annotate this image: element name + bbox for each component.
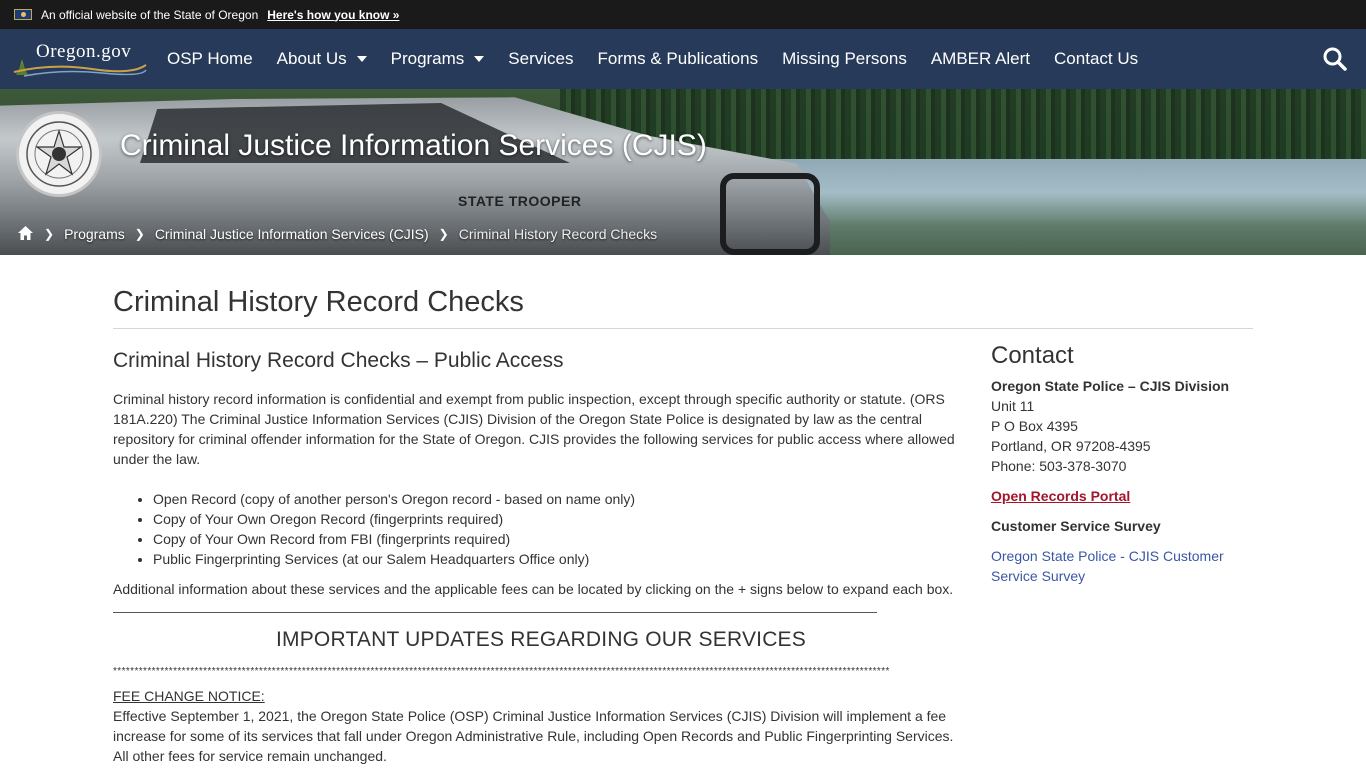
stars-divider: ****************************************… bbox=[113, 666, 890, 677]
official-banner: An official website of the State of Oreg… bbox=[0, 0, 1366, 29]
services-list: Open Record (copy of another person's Or… bbox=[153, 489, 969, 569]
chevron-right-icon: ❯ bbox=[134, 227, 145, 241]
breadcrumb-cjis[interactable]: Criminal Justice Information Services (C… bbox=[155, 226, 429, 242]
main-content: Criminal History Record Checks – Public … bbox=[113, 348, 969, 766]
breadcrumb-current: Criminal History Record Checks bbox=[458, 226, 658, 242]
nav-item-label: OSP Home bbox=[167, 49, 253, 68]
nav-item-amber-alert[interactable]: AMBER Alert bbox=[919, 29, 1042, 89]
hero-banner: STATE TROOPER Criminal Justice Informati… bbox=[0, 89, 1366, 255]
breadcrumb: ❯ Programs ❯ Criminal Justice Informatio… bbox=[0, 213, 1366, 255]
breadcrumb-home[interactable] bbox=[17, 225, 34, 244]
osp-seal-icon bbox=[16, 111, 102, 197]
nav-item-osp-home[interactable]: OSP Home bbox=[155, 29, 265, 89]
nav-item-label: Contact Us bbox=[1054, 49, 1139, 68]
survey-link[interactable]: Oregon State Police - CJIS Customer Serv… bbox=[991, 546, 1251, 586]
nav-item-label: Forms & Publications bbox=[597, 49, 759, 68]
chevron-right-icon: ❯ bbox=[438, 227, 449, 241]
open-records-portal-link[interactable]: Open Records Portal bbox=[991, 486, 1251, 506]
nav-item-forms-publications[interactable]: Forms & Publications bbox=[585, 29, 770, 89]
nav-item-programs[interactable]: Programs bbox=[379, 29, 497, 89]
nav-item-label: Missing Persons bbox=[782, 49, 907, 68]
nav-item-missing-persons[interactable]: Missing Persons bbox=[770, 29, 919, 89]
search-icon bbox=[1323, 47, 1347, 71]
nav-item-about-us[interactable]: About Us bbox=[265, 29, 379, 89]
contact-line: P O Box 4395 bbox=[991, 418, 1078, 434]
nav-item-contact-us[interactable]: Contact Us bbox=[1042, 29, 1150, 89]
list-item: Copy of Your Own Record from FBI (finger… bbox=[153, 529, 969, 549]
intro-paragraph: Criminal history record information is c… bbox=[113, 391, 955, 467]
title-divider bbox=[113, 328, 1253, 329]
star-badge-icon bbox=[26, 121, 92, 187]
nav-item-services[interactable]: Services bbox=[496, 29, 585, 89]
nav-menu: OSP Home About Us Programs Services Forms & … bbox=[155, 29, 1150, 89]
how-you-know-link[interactable]: Here's how you know » bbox=[267, 8, 399, 22]
nav-item-label: Programs bbox=[390, 49, 465, 68]
oregon-gov-logo[interactable]: Oregon.gov bbox=[12, 39, 148, 79]
page-title: Criminal History Record Checks bbox=[113, 286, 524, 318]
contact-sidebar: Contact Oregon State Police – CJIS Divis… bbox=[991, 342, 1251, 586]
nav-item-label: AMBER Alert bbox=[930, 49, 1031, 68]
contact-org: Oregon State Police – CJIS Division bbox=[991, 378, 1230, 394]
nav-item-label: Services bbox=[508, 49, 574, 68]
vehicle-text: STATE TROOPER bbox=[458, 193, 582, 209]
home-icon bbox=[18, 225, 33, 240]
main-navigation: Oregon.gov OSP Home About Us Programs Servi… bbox=[0, 29, 1366, 89]
fee-change-text: Effective September 1, 2021, the Oregon … bbox=[113, 708, 954, 764]
chevron-down-icon bbox=[474, 56, 485, 62]
contact-line: Unit 11 bbox=[991, 398, 1035, 414]
survey-title: Customer Service Survey bbox=[991, 518, 1161, 534]
chevron-right-icon: ❯ bbox=[44, 227, 55, 241]
search-button[interactable] bbox=[1322, 46, 1348, 72]
nav-item-label: About Us bbox=[276, 49, 347, 68]
chevron-down-icon bbox=[356, 56, 367, 62]
divider-line bbox=[113, 612, 877, 613]
contact-heading: Contact bbox=[991, 342, 1074, 369]
breadcrumb-programs[interactable]: Programs bbox=[64, 226, 125, 242]
official-site-text: An official website of the State of Oreg… bbox=[41, 7, 259, 22]
updates-heading: IMPORTANT UPDATES REGARDING OUR SERVICES bbox=[276, 628, 806, 651]
contact-phone: Phone: 503-378-3070 bbox=[991, 458, 1127, 474]
additional-info: Additional information about these servi… bbox=[113, 581, 954, 597]
oregon-flag-icon bbox=[14, 9, 32, 20]
list-item: Copy of Your Own Oregon Record (fingerpr… bbox=[153, 509, 969, 529]
logo-text: Oregon.gov bbox=[36, 41, 132, 62]
section-heading: Criminal History Record Checks – Public … bbox=[113, 349, 564, 372]
hero-title: Criminal Justice Information Services (C… bbox=[120, 129, 707, 162]
contact-line: Portland, OR 97208-4395 bbox=[991, 438, 1151, 454]
list-item: Open Record (copy of another person's Or… bbox=[153, 489, 969, 509]
list-item: Public Fingerprinting Services (at our S… bbox=[153, 549, 969, 569]
fee-change-heading: FEE CHANGE NOTICE: bbox=[113, 688, 265, 704]
